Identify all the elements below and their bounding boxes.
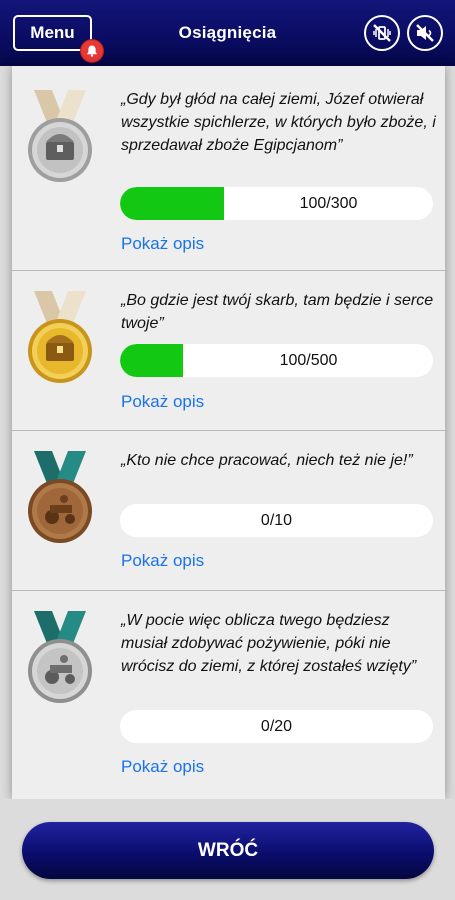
achievement-quote: „W pocie więc oblicza twego będziesz mus… — [121, 612, 417, 675]
achievement-item: „Bo gdzie jest twój skarb, tam będzie i … — [12, 271, 445, 431]
achievements-list[interactable]: „Gdy był głód na całej ziemi, Józef otwi… — [12, 66, 445, 799]
achievement-quote: „Bo gdzie jest twój skarb, tam będzie i … — [121, 292, 434, 332]
back-button-label: WRÓĆ — [197, 839, 259, 861]
progress-bar: 0/10 — [120, 504, 433, 537]
silver-farmer-medal-icon — [24, 609, 96, 729]
show-description-link[interactable]: Pokaż opis — [121, 234, 204, 254]
back-button[interactable]: WRÓĆ — [22, 822, 434, 879]
show-description-link[interactable]: Pokaż opis — [121, 757, 204, 777]
silver-treasure-chest-medal-icon — [24, 88, 96, 208]
progress-bar: 0/20 — [120, 710, 433, 743]
achievement-item: „W pocie więc oblicza twego będziesz mus… — [12, 591, 445, 799]
bronze-farmer-medal-icon — [24, 449, 96, 569]
show-description-link[interactable]: Pokaż opis — [121, 551, 204, 571]
progress-text: 100/500 — [279, 351, 338, 369]
top-bar: Menu Osiągnięcia — [0, 0, 455, 66]
achievement-item: „Gdy był głód na całej ziemi, Józef otwi… — [12, 66, 445, 271]
achievement-quote: „Gdy był głód na całej ziemi, Józef otwi… — [121, 91, 436, 154]
progress-text: 0/20 — [260, 717, 293, 735]
achievement-item: „Kto nie chce pracować, niech też nie je… — [12, 431, 445, 591]
progress-bar: 100/500 — [120, 344, 433, 377]
sound-off-icon — [416, 24, 434, 42]
menu-button-label: Menu — [30, 23, 75, 42]
achievement-quote: „Kto nie chce pracować, niech też nie je… — [121, 452, 413, 469]
page-title: Osiągnięcia — [178, 23, 277, 42]
progress-text: 0/10 — [260, 511, 293, 529]
bell-icon — [80, 39, 104, 63]
sound-toggle-button[interactable] — [407, 15, 443, 51]
progress-bar: 100/300 — [120, 187, 433, 220]
vibration-off-icon — [373, 24, 391, 42]
gold-treasure-chest-medal-icon — [24, 289, 96, 409]
show-description-link[interactable]: Pokaż opis — [121, 392, 204, 412]
progress-text: 100/300 — [299, 194, 358, 212]
vibration-toggle-button[interactable] — [364, 15, 400, 51]
